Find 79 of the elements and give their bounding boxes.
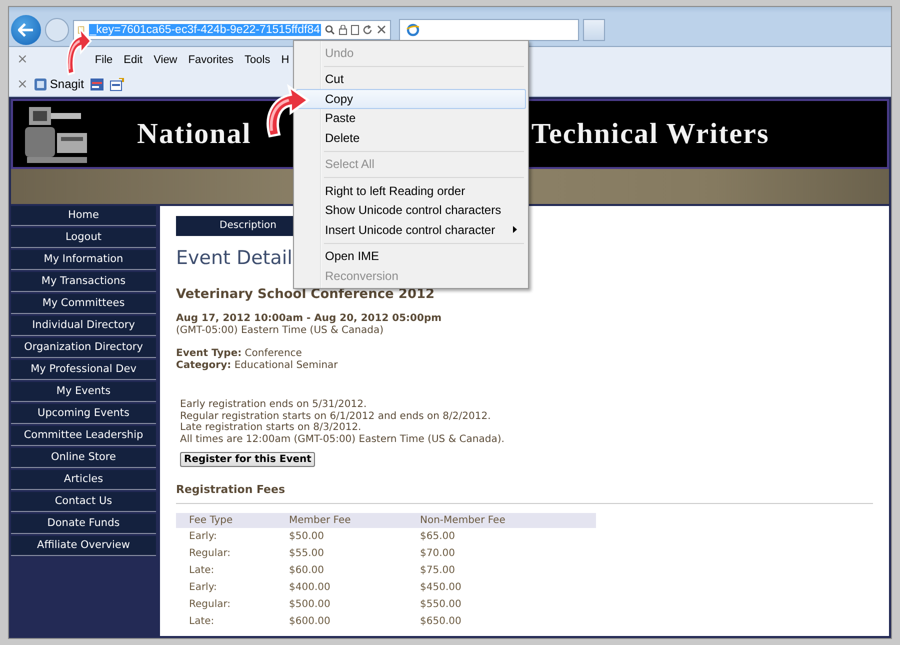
table-cell: $50.00: [289, 528, 420, 545]
event-fact: Event Type: Conference: [176, 348, 303, 360]
sidebar-item[interactable]: Affiliate Overview: [11, 536, 156, 556]
banner-title: National: [137, 118, 252, 150]
close-icon: [377, 25, 386, 34]
page-heading: Event Detail: [176, 246, 292, 270]
page-icon: [351, 24, 359, 34]
banner-title: Technical Writers: [531, 118, 770, 150]
menu-item[interactable]: Open IME: [296, 246, 526, 266]
register-button[interactable]: Register for this Event: [180, 452, 316, 467]
sidebar-item[interactable]: Logout: [11, 228, 156, 248]
back-button[interactable]: [11, 14, 41, 44]
close-icon[interactable]: ×: [17, 76, 28, 92]
table-cell-text: $600.00: [289, 615, 332, 629]
table-cell: Early:: [176, 528, 289, 545]
menu-item[interactable]: Cut: [296, 70, 526, 89]
sidebar-item[interactable]: Contact Us: [11, 492, 156, 512]
browser-tab[interactable]: [399, 18, 579, 40]
edit-icon[interactable]: [110, 78, 124, 90]
sidebar-item[interactable]: My Transactions: [11, 272, 156, 292]
snagit-icon: [34, 78, 47, 90]
table-cell-text: $75.00: [420, 564, 456, 578]
menu-item[interactable]: Paste: [296, 108, 526, 128]
menu-item[interactable]: Tools: [244, 54, 270, 66]
lock-icon: [339, 24, 347, 34]
table-cell-text: Late:: [188, 615, 216, 629]
section-heading: Registration Fees: [176, 483, 286, 497]
table-cell: $65.00: [420, 528, 596, 545]
sidebar-item[interactable]: Committee Leadership: [11, 426, 156, 446]
close-icon[interactable]: ×: [17, 52, 28, 67]
table-cell-text: $650.00: [420, 615, 462, 629]
sidebar-item[interactable]: Donate Funds: [11, 514, 156, 534]
sidebar-item[interactable]: My Professional Dev: [11, 360, 156, 380]
registration-note: All times are 12:00am (GMT-05:00) Eastern Time (US & Canada).: [180, 434, 506, 445]
column-header: Non-Member Fee: [420, 513, 596, 528]
sidebar-item[interactable]: Online Store: [11, 448, 156, 468]
table-cell-text: $500.00: [289, 598, 332, 612]
sidebar-item[interactable]: My Information: [11, 250, 156, 270]
sidebar-item[interactable]: Upcoming Events: [11, 404, 156, 424]
menu-item[interactable]: File: [94, 54, 113, 66]
sidebar-item[interactable]: Organization Directory: [11, 338, 156, 358]
table-cell-text: Regular:: [188, 598, 232, 612]
event-fact: Category: Educational Seminar: [176, 360, 339, 372]
back-arrow-icon: [18, 22, 34, 36]
table-cell-text: Late:: [188, 564, 216, 578]
event-timezone: (GMT-05:00) Eastern Time (US & Canada): [176, 325, 384, 337]
table-cell-text: $55.00: [289, 547, 325, 561]
sidebar-item[interactable]: Articles: [11, 470, 156, 490]
column-header: Member Fee: [289, 513, 420, 528]
registration-note: Regular registration starts on 6/1/2012 and ends on 8/2/2012.: [180, 410, 492, 422]
table-cell-text: $450.00: [420, 581, 462, 595]
menu-item[interactable]: Favorites: [188, 54, 234, 66]
table-cell-text: Regular:: [188, 547, 232, 561]
menu-item[interactable]: Right to left Reading order: [296, 181, 526, 200]
registration-note: Early registration ends on 5/31/2012.: [180, 399, 368, 410]
address-text: _key=7601ca65-ec3f-424b-9e22-71515ffdf84: [88, 24, 321, 36]
table-cell-text: $550.00: [420, 598, 462, 612]
menu-item[interactable]: View: [154, 54, 178, 66]
table-cell-text: $70.00: [420, 547, 456, 561]
menu-item[interactable]: Delete: [296, 128, 526, 148]
column-header: Fee Type: [176, 513, 289, 528]
sidebar-item[interactable]: My Events: [11, 382, 156, 402]
sidebar-item[interactable]: My Committees: [11, 294, 156, 314]
snagit-button[interactable]: Snagit: [34, 77, 84, 91]
submenu-arrow-icon: [513, 226, 517, 234]
event-dates: Aug 17, 2012 10:00am - Aug 20, 2012 05:00pm: [176, 313, 443, 325]
browser-globe-icon: [406, 22, 420, 36]
table-cell-text: $400.00: [289, 581, 332, 595]
search-icon: [325, 24, 335, 34]
registration-note: Late registration starts on 8/3/2012.: [180, 422, 362, 434]
sidebar-item[interactable]: Individual Directory: [11, 316, 156, 336]
table-cell-text: $60.00: [289, 564, 325, 578]
menu-item[interactable]: H: [281, 54, 290, 66]
sidebar-item[interactable]: Home: [11, 206, 156, 226]
window-icon[interactable]: [90, 78, 104, 90]
menu-item[interactable]: Copy: [296, 89, 526, 108]
menu-item[interactable]: Edit: [124, 54, 143, 66]
refresh-icon: [363, 24, 373, 34]
table-cell-text: Early:: [188, 581, 218, 595]
